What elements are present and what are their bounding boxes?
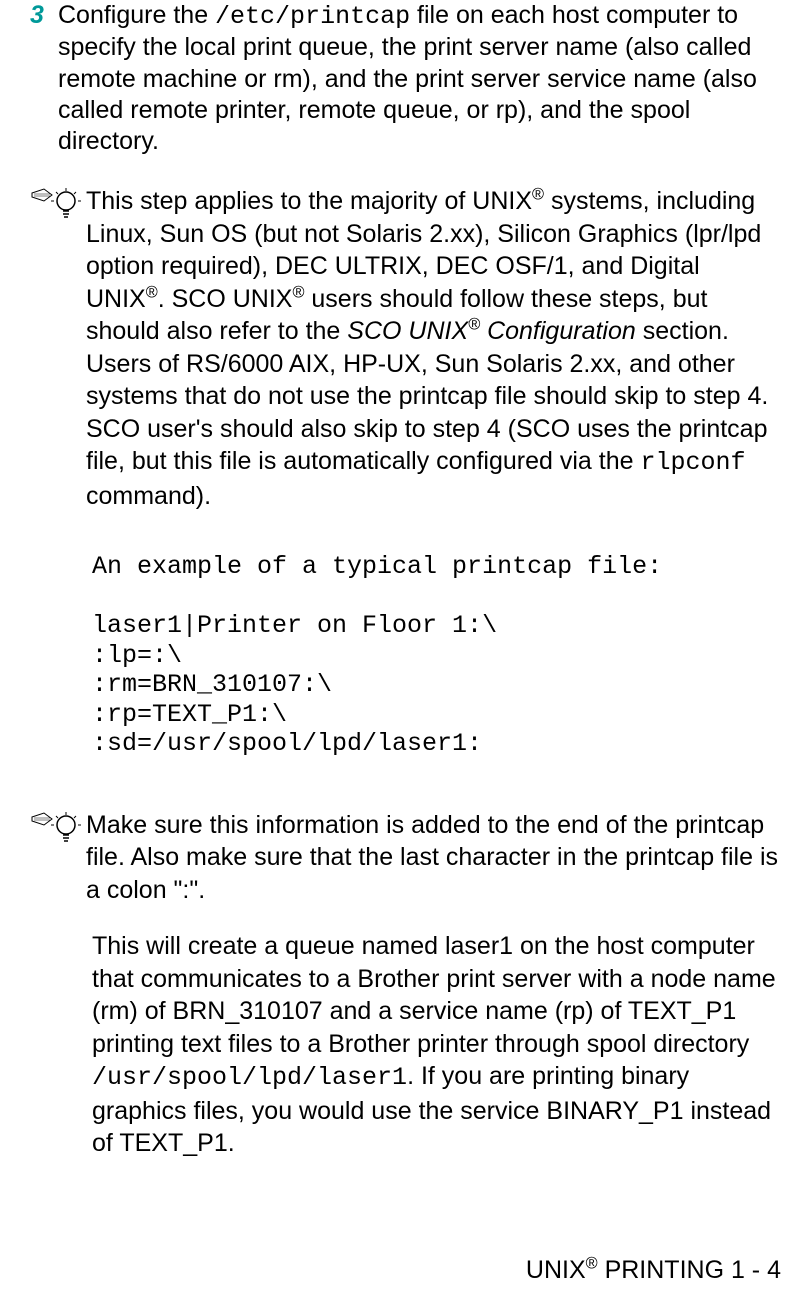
- footer-reg: ®: [586, 1255, 598, 1273]
- note1-seg1: This step applies to the majority of UNI…: [86, 187, 532, 215]
- note1-italic-after: Configuration: [480, 317, 636, 345]
- note-1: This step applies to the majority of UNI…: [30, 185, 781, 512]
- note1-italic-reg: ®: [468, 316, 480, 334]
- note1-reg1: ®: [532, 186, 544, 204]
- printcap-example-code: An example of a typical printcap file: l…: [92, 552, 781, 759]
- lightbulb-note-icon: [30, 185, 86, 230]
- footer-after: PRINTING 1 - 4: [598, 1256, 781, 1284]
- note-1-text: This step applies to the majority of UNI…: [86, 185, 781, 512]
- step-3: 3 Configure the /etc/printcap file on ea…: [30, 0, 781, 157]
- note-2: Make sure this information is added to t…: [30, 809, 781, 907]
- note-2-text: Make sure this information is added to t…: [86, 809, 781, 907]
- note1-italic: SCO UNIX® Configuration: [347, 317, 636, 345]
- note1-seg3: . SCO UNIX: [158, 285, 293, 313]
- step-text-before: Configure the: [58, 1, 215, 29]
- footer-before: UNIX: [526, 1256, 586, 1284]
- body-seg1: This will create a queue named laser1 on…: [92, 932, 776, 1058]
- note1-reg3: ®: [292, 283, 304, 301]
- note1-seg6: command).: [86, 482, 211, 510]
- body-code: /usr/spool/lpd/laser1: [92, 1063, 407, 1092]
- step-text: Configure the /etc/printcap file on each…: [58, 0, 781, 157]
- note1-code: rlpconf: [640, 448, 745, 477]
- page-footer: UNIX® PRINTING 1 - 4: [526, 1256, 781, 1285]
- lightbulb-note-icon: [30, 809, 86, 854]
- body-paragraph: This will create a queue named laser1 on…: [92, 930, 781, 1160]
- note1-italic-before: SCO UNIX: [347, 317, 468, 345]
- note1-reg2: ®: [146, 283, 158, 301]
- step-code-inline: /etc/printcap: [215, 2, 410, 31]
- step-number: 3: [30, 0, 58, 30]
